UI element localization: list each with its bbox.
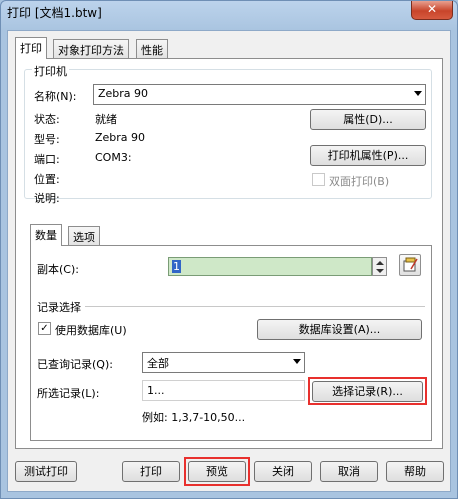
duplex-checkbox[interactable] bbox=[312, 173, 325, 186]
database-settings-button[interactable]: 数据库设置(A)... bbox=[257, 319, 422, 340]
chevron-down-icon bbox=[293, 359, 301, 364]
test-print-button[interactable]: 测试打印 bbox=[15, 461, 77, 482]
printer-model-label: 型号: bbox=[34, 133, 60, 146]
records-separator bbox=[37, 306, 425, 307]
title-bar[interactable]: 打印 [文档1.btw] ✕ bbox=[1, 1, 457, 29]
printer-port-value: COM3: bbox=[95, 151, 132, 164]
printer-port-label: 端口: bbox=[34, 153, 60, 166]
copies-input[interactable]: 1 bbox=[168, 257, 372, 276]
selected-records-input[interactable]: 1... bbox=[142, 380, 305, 401]
subtab-options[interactable]: 选项 bbox=[68, 226, 100, 246]
printer-name-label: 名称(N): bbox=[34, 90, 77, 103]
stepper-down-icon[interactable] bbox=[376, 269, 384, 273]
close-button[interactable]: 关闭 bbox=[254, 461, 312, 482]
print-button[interactable]: 打印 bbox=[122, 461, 180, 482]
preview-button[interactable]: 预览 bbox=[188, 461, 246, 482]
queried-records-select[interactable]: 全部 bbox=[142, 352, 305, 373]
printer-status-label: 状态: bbox=[34, 113, 60, 126]
help-button[interactable]: 帮助 bbox=[386, 461, 444, 482]
tab-performance[interactable]: 性能 bbox=[136, 39, 168, 59]
close-window-button[interactable]: ✕ bbox=[411, 1, 453, 20]
selected-records-label: 所选记录(L): bbox=[37, 387, 100, 400]
stepper-up-icon[interactable] bbox=[376, 261, 384, 265]
records-section-label: 记录选择 bbox=[37, 299, 85, 315]
print-dialog-window: 打印 [文档1.btw] ✕ 打印 对象打印方法 性能 打印机 名称(N): Z… bbox=[0, 0, 458, 499]
queried-records-value: 全部 bbox=[147, 357, 169, 370]
printer-location-label: 位置: bbox=[34, 173, 60, 186]
printer-comment-label: 说明: bbox=[34, 192, 60, 205]
print-tab-panel: 打印机 名称(N): Zebra 90 状态: 就绪 型号: Zebra 90 … bbox=[15, 58, 443, 449]
copies-stepper[interactable] bbox=[372, 257, 387, 276]
copies-label: 副本(C): bbox=[37, 263, 79, 276]
printer-group-label: 打印机 bbox=[32, 63, 69, 79]
copies-options-button[interactable] bbox=[399, 254, 421, 276]
queried-records-label: 已查询记录(Q): bbox=[37, 358, 113, 371]
selected-records-value: 1... bbox=[147, 384, 165, 397]
window-title: 打印 [文档1.btw] bbox=[7, 6, 102, 20]
use-database-label: 使用数据库(U) bbox=[55, 324, 127, 337]
cancel-button[interactable]: 取消 bbox=[320, 461, 378, 482]
quantity-panel: 副本(C): 1 记录选择 ✓ 使用数据库(U) 数据库设置(A)... 已查询… bbox=[30, 245, 432, 441]
subtab-quantity[interactable]: 数量 bbox=[30, 224, 62, 246]
duplex-label: 双面打印(B) bbox=[329, 175, 390, 188]
printer-status-value: 就绪 bbox=[95, 113, 117, 126]
chevron-down-icon bbox=[414, 91, 422, 96]
tab-print[interactable]: 打印 bbox=[15, 37, 47, 59]
printer-model-value: Zebra 90 bbox=[95, 131, 146, 144]
tab-object-print-method[interactable]: 对象打印方法 bbox=[53, 39, 129, 59]
copies-value: 1 bbox=[172, 260, 181, 273]
properties-button[interactable]: 属性(D)... bbox=[310, 109, 426, 130]
printer-name-value: Zebra 90 bbox=[98, 87, 149, 100]
edit-icon bbox=[403, 257, 418, 272]
use-database-checkbox[interactable]: ✓ bbox=[38, 322, 51, 335]
dialog-client-area: 打印 对象打印方法 性能 打印机 名称(N): Zebra 90 状态: 就绪 … bbox=[7, 30, 451, 492]
select-records-button[interactable]: 选择记录(R)... bbox=[312, 381, 423, 402]
printer-properties-button[interactable]: 打印机属性(P)... bbox=[310, 145, 426, 166]
example-hint: 例如: 1,3,7-10,50... bbox=[142, 411, 246, 424]
printer-name-select[interactable]: Zebra 90 bbox=[93, 84, 426, 105]
